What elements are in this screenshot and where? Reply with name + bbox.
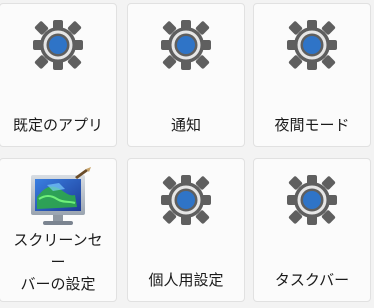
tile-label: 既定のアプリ: [12, 116, 103, 134]
screensaver-monitor-icon: [25, 167, 91, 233]
gear-icon: [153, 12, 219, 78]
gear-icon: [279, 167, 345, 233]
tile-screensaver-settings[interactable]: スクリーンセー バーの設定: [0, 158, 117, 302]
gear-icon: [25, 12, 91, 78]
tile-taskbar[interactable]: タスクバー: [253, 158, 371, 302]
tile-personalization[interactable]: 個人用設定: [127, 158, 245, 302]
tile-label: スクリーンセー バーの設定: [13, 231, 103, 293]
tile-default-apps[interactable]: 既定のアプリ: [0, 3, 117, 147]
tile-label: タスクバー: [274, 271, 350, 289]
tile-night-mode[interactable]: 夜間モード: [253, 3, 371, 147]
tile-label: 通知: [170, 116, 201, 134]
settings-tile-grid: 既定のアプリ 通知 夜間モード スクリーンセー バーの設定 個人用設定 タスクバ…: [0, 0, 374, 308]
tile-label: 夜間モード: [274, 116, 350, 134]
tile-notifications[interactable]: 通知: [127, 3, 245, 147]
tile-label: 個人用設定: [148, 271, 224, 289]
gear-icon: [279, 12, 345, 78]
gear-icon: [153, 167, 219, 233]
